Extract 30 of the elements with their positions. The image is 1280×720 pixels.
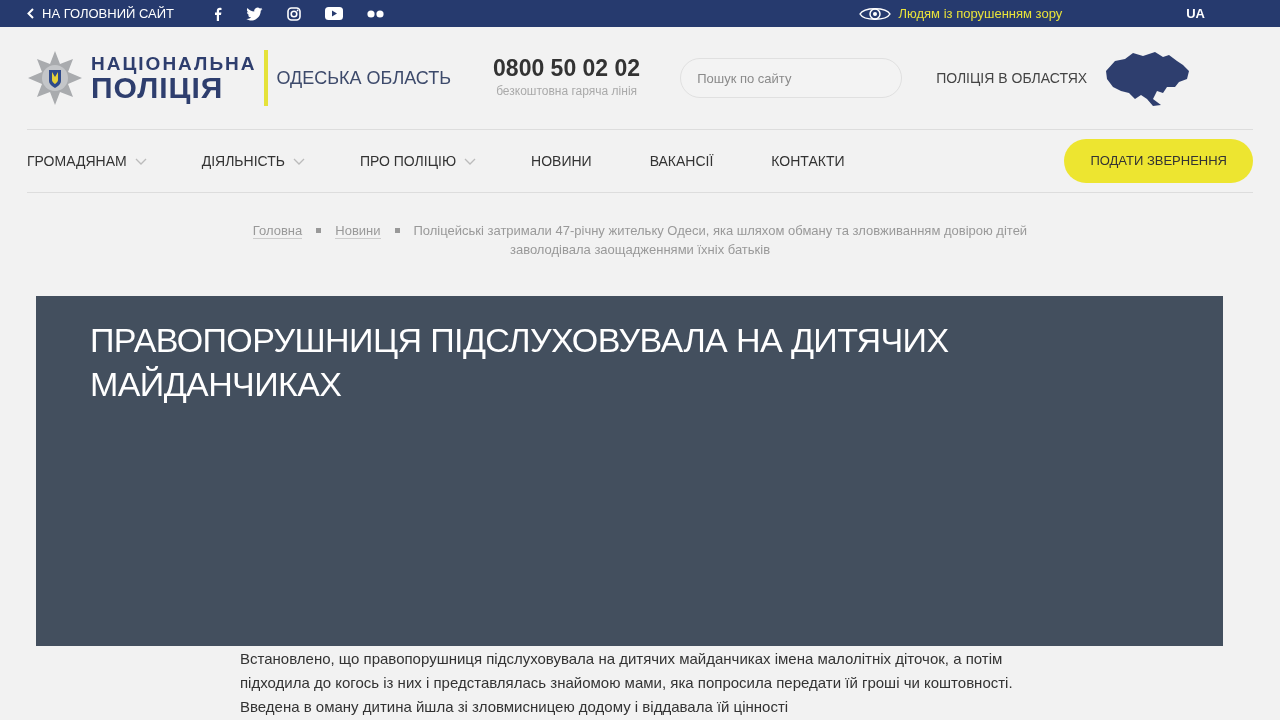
accessibility-link[interactable]: Людям із порушенням зору xyxy=(858,3,1063,24)
bullet-icon xyxy=(316,228,322,233)
facebook-icon[interactable] xyxy=(214,6,222,21)
nav-link[interactable]: ПРО ПОЛІЦІЮ xyxy=(359,150,477,172)
nav-link[interactable]: НОВИНИ xyxy=(531,150,592,172)
bullet-icon xyxy=(394,228,400,233)
instagram-icon[interactable] xyxy=(287,6,301,21)
nav-link[interactable]: ГРОМАДЯНАМ xyxy=(27,150,147,172)
flickr-icon[interactable] xyxy=(367,9,385,18)
region-name: ОДЕСЬКА ОБЛАСТЬ xyxy=(276,66,452,90)
search-field[interactable]: Пошук по сайту xyxy=(680,58,903,98)
nav-link[interactable]: ДІЯЛЬНІСТЬ xyxy=(201,150,305,172)
nav-link[interactable]: КОНТАКТИ xyxy=(771,150,845,172)
ukraine-map-icon[interactable] xyxy=(1103,49,1192,107)
overlay-caption: ПРАВОПОРУШНИЦЯ ПІДСЛУХОВУВАЛА НА ДИТЯЧИХ МАЙДАНЧИКАХ xyxy=(90,320,950,405)
nav-link[interactable]: ВАКАНСІЇ xyxy=(649,150,714,172)
hotline-caption: безкоштовна гаряча лінія xyxy=(495,82,639,100)
back-link[interactable]: НА ГОЛОВНИЙ САЙТ xyxy=(27,3,174,24)
body-paragraph: Встановлено, що правопорушниця підслуховувала на дитячих майданчиках імена малолітніх діточок, а потім підходила до когось із них і представлялась знайомою мами, яка попросила передати їй гроші чи коштовності. Введена в оману дитина йшла зі зловмисницею додому і віддавала їй цінності xyxy=(240,649,1014,717)
breadcrumb-current: Поліцейські затримали 47-річну жительку Одеси, яка шляхом обману та зловживанням довірою дітей заволодівала заощадженнями їхніх батьків xyxy=(413,223,1028,257)
logo-title: НАЦІОНАЛЬНА xyxy=(91,53,257,73)
police-badge-icon xyxy=(27,50,83,106)
twitter-icon[interactable] xyxy=(246,6,263,21)
hotline-number: 0800 50 02 02 xyxy=(493,56,641,82)
regions-link[interactable]: ПОЛІЦІЯ В ОБЛАСТЯХ xyxy=(936,67,1088,89)
chevron-left-icon xyxy=(27,8,34,19)
youtube-icon[interactable] xyxy=(325,7,343,20)
submit-request-button[interactable]: ПОДАТИ ЗВЕРНЕННЯ xyxy=(1064,139,1253,183)
language-link[interactable]: UA xyxy=(1186,3,1205,24)
divider-bar xyxy=(264,50,269,106)
